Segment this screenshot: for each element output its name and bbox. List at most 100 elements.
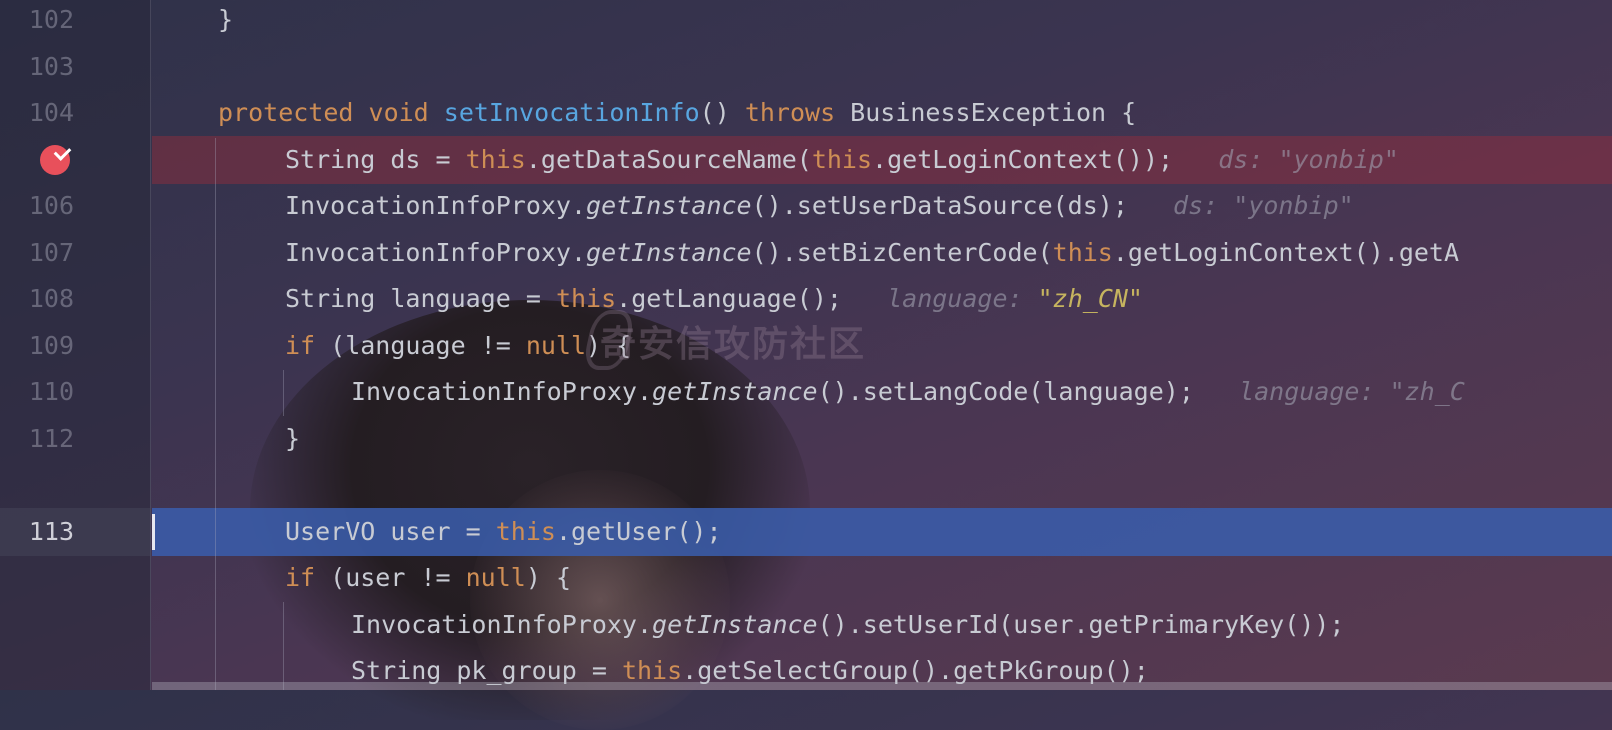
current-execution-line[interactable]: 113 UserVO user = this.getUser(); [0,507,1612,556]
code-token: .getDataSourceName( [525,144,812,174]
code-text[interactable]: } [218,0,233,44]
code-text[interactable]: if (user != null) { [285,554,571,602]
code-line[interactable]: 102} [0,0,1612,44]
code-token: this [495,516,556,546]
breakpoint-icon[interactable] [40,142,72,175]
inline-debug-value: "yonbip" [1233,191,1354,220]
indent-guide [215,138,216,690]
code-token: BusinessException { [850,98,1137,127]
line-number: 102 [28,5,74,34]
code-token: this [621,656,683,685]
code-token: setInvocationInfo [443,98,700,127]
text-caret [152,513,155,550]
code-line[interactable]: 112} [0,415,1612,463]
code-token: (user != [330,563,466,592]
line-background [152,415,1612,463]
inline-debug-value: ds: [1127,191,1234,220]
code-token: InvocationInfoProxy. [351,609,653,639]
code-text[interactable]: } [285,415,300,463]
code-line[interactable]: 103 [0,43,1612,91]
code-line[interactable]: InvocationInfoProxy.getInstance().setUse… [0,601,1612,649]
code-token: ().setLangCode(language); [817,377,1194,406]
line-background [152,43,1612,91]
line-background [152,461,1612,509]
code-token: getInstance [586,191,752,220]
code-token: InvocationInfoProxy. [285,191,587,220]
gutter-cell[interactable] [0,647,150,695]
code-token: (language != [330,330,526,360]
code-token: } [285,423,301,453]
code-text[interactable]: UserVO user = this.getUser(); [285,508,722,556]
code-line[interactable]: 106 InvocationInfoProxy.getInstance().set… [0,182,1612,230]
code-token: .getUser(); [555,516,722,546]
line-background [152,0,1612,44]
code-token: if [285,330,331,360]
code-token: protected [218,98,369,127]
code-token: getInstance [652,609,818,639]
code-token: this [1052,237,1113,267]
inline-debug-value: ds: [1173,144,1279,174]
inline-debug-value: language: [1193,377,1390,406]
code-token: void [368,98,444,127]
gutter-cell[interactable] [0,136,150,184]
code-token: throws [744,98,851,127]
code-token: this [811,144,873,174]
watermark-text: 奇安信攻防社区 [600,324,867,365]
code-token: InvocationInfoProxy. [351,377,653,406]
code-line[interactable] [0,461,1612,509]
inline-debug-value: "zh_CN" [1037,284,1143,313]
line-number: 107 [28,237,74,267]
code-line[interactable]: 110 InvocationInfoProxy.getInstance().set… [0,368,1612,416]
code-token: null [465,563,526,592]
code-token: String language = [285,284,556,313]
code-text[interactable]: InvocationInfoProxy.getInstance().setUse… [285,182,1354,230]
line-number: 113 [28,516,74,546]
code-token: .getSelectGroup().getPkGroup(); [682,656,1149,685]
gutter-cell[interactable] [0,601,150,649]
code-token: if [285,563,331,592]
breakpoint-line[interactable]: String ds = this.getDataSourceName(this.… [0,135,1612,184]
code-token: .getLoginContext().getA [1112,237,1460,267]
code-token: InvocationInfoProxy. [285,237,587,267]
code-token: String ds = [285,144,466,174]
code-text[interactable]: InvocationInfoProxy.getInstance().setBiz… [285,229,1459,277]
inline-debug-value: "zh_C [1389,377,1465,406]
line-number: 106 [28,191,74,220]
code-token: this [465,144,526,174]
code-token: getInstance [652,377,818,406]
code-text[interactable]: protected void setInvocationInfo() throw… [218,89,1136,137]
code-line[interactable]: if (user != null) { [0,554,1612,602]
code-token: String pk_group = [351,656,622,685]
code-token: ) { [525,563,571,592]
inline-debug-value: language: [841,284,1038,313]
code-text[interactable]: String ds = this.getDataSourceName(this.… [285,136,1399,184]
gutter-cell[interactable] [0,554,150,602]
code-token: getInstance [586,237,752,267]
line-number: 109 [28,330,74,360]
indent-guide [283,370,284,416]
code-token: } [218,5,234,34]
code-token: UserVO user = [285,516,496,546]
indent-guide [283,602,284,690]
horizontal-scrollbar[interactable] [152,682,1612,690]
code-text[interactable]: if (language != null) { [285,322,631,370]
inline-debug-value: "yonbip" [1278,144,1399,174]
code-token: ().setBizCenterCode( [751,237,1053,267]
code-text[interactable]: InvocationInfoProxy.getInstance().setUse… [351,601,1344,649]
code-token: this [555,284,617,313]
code-token: .getLanguage(); [616,284,842,313]
line-number: 112 [28,423,74,453]
code-line[interactable]: 104 protected void setInvocationInfo() th… [0,89,1612,137]
code-token: ().setUserDataSource(ds); [751,191,1128,220]
code-token: null [525,330,587,360]
code-token: () [699,98,745,127]
code-line[interactable]: 107 InvocationInfoProxy.getInstance().set… [0,229,1612,277]
line-number: 108 [28,284,74,313]
code-token: .getLoginContext()); [872,144,1174,174]
line-number: 103 [28,51,74,81]
code-text[interactable]: InvocationInfoProxy.getInstance().setLan… [351,368,1465,416]
gutter-cell[interactable] [0,461,150,509]
line-number: 104 [28,98,74,127]
code-token: ().setUserId(user.getPrimaryKey()); [817,609,1345,639]
line-number: 110 [28,377,74,406]
